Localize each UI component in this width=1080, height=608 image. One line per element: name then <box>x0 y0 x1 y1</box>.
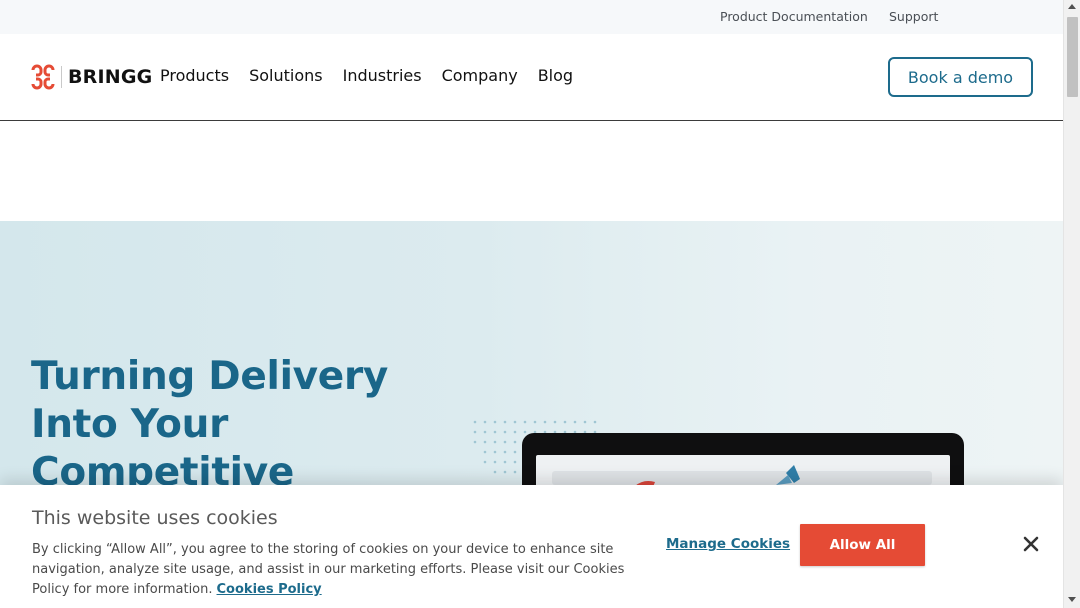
scroll-down-arrow-icon[interactable] <box>1068 597 1076 602</box>
bringg-logo-icon <box>31 64 55 90</box>
scroll-up-arrow-icon[interactable] <box>1068 4 1076 9</box>
cookie-banner-body: By clicking “Allow All”, you agree to th… <box>32 542 625 597</box>
main-nav: BRINGG Products Solutions Industries Com… <box>0 34 1063 121</box>
cookie-banner: This website uses cookies By clicking “A… <box>0 485 1063 608</box>
product-documentation-link[interactable]: Product Documentation <box>720 9 868 24</box>
logo[interactable]: BRINGG <box>30 64 152 90</box>
utility-bar: Product Documentation Support <box>0 0 1063 34</box>
scrollbar-thumb[interactable] <box>1067 17 1078 97</box>
nav-item-products[interactable]: Products <box>160 66 229 85</box>
nav-item-company[interactable]: Company <box>442 66 518 85</box>
book-demo-button[interactable]: Book a demo <box>888 57 1033 97</box>
nav-menu: Products Solutions Industries Company Bl… <box>160 66 593 85</box>
close-icon[interactable] <box>1022 535 1040 553</box>
hero-title: Turning Delivery Into Your Competitive <box>31 354 388 495</box>
nav-item-blog[interactable]: Blog <box>538 66 573 85</box>
nav-item-industries[interactable]: Industries <box>343 66 422 85</box>
cookies-policy-link[interactable]: Cookies Policy <box>217 582 322 597</box>
cookie-banner-text: By clicking “Allow All”, you agree to th… <box>32 540 642 600</box>
allow-all-button[interactable]: Allow All <box>800 524 925 566</box>
nav-item-solutions[interactable]: Solutions <box>249 66 323 85</box>
vertical-scrollbar[interactable] <box>1063 0 1080 608</box>
support-link[interactable]: Support <box>889 9 938 24</box>
logo-divider <box>61 66 62 88</box>
page: Product Documentation Support BRINGG Pro… <box>0 0 1063 608</box>
cookie-banner-title: This website uses cookies <box>32 507 278 529</box>
logo-text: BRINGG <box>68 66 153 88</box>
manage-cookies-link[interactable]: Manage Cookies <box>666 536 790 552</box>
